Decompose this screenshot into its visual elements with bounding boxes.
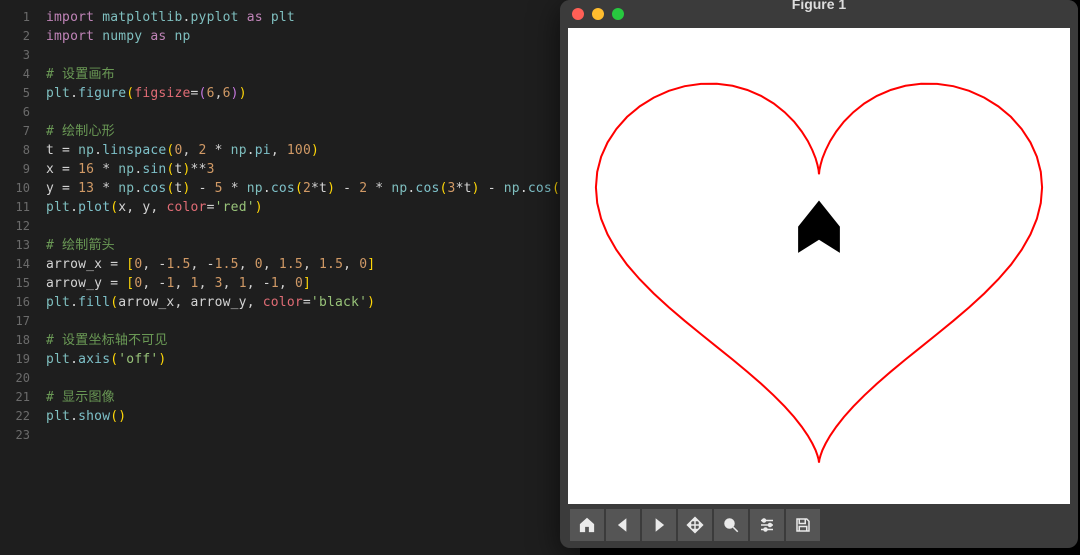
code-content: import matplotlib.pyplot as plt — [46, 8, 295, 27]
line-number: 9 — [0, 160, 46, 179]
code-content: arrow_x = [0, -1.5, -1.5, 0, 1.5, 1.5, 0… — [46, 255, 375, 274]
save-button[interactable] — [786, 509, 820, 541]
code-line[interactable]: 20 — [0, 369, 580, 388]
line-number: 10 — [0, 179, 46, 198]
arrow-fill — [798, 200, 840, 252]
code-line[interactable]: 2import numpy as np — [0, 27, 580, 46]
line-number: 4 — [0, 65, 46, 84]
line-number: 1 — [0, 8, 46, 27]
line-number: 8 — [0, 141, 46, 160]
line-number: 18 — [0, 331, 46, 350]
forward-button[interactable] — [642, 509, 676, 541]
code-line[interactable]: 3 — [0, 46, 580, 65]
line-number: 21 — [0, 388, 46, 407]
back-button[interactable] — [606, 509, 640, 541]
code-line[interactable]: 13# 绘制箭头 — [0, 236, 580, 255]
line-number: 23 — [0, 426, 46, 445]
code-line[interactable]: 6 — [0, 103, 580, 122]
line-number: 14 — [0, 255, 46, 274]
code-content: plt.fill(arrow_x, arrow_y, color='black'… — [46, 293, 375, 312]
code-content: # 设置画布 — [46, 65, 115, 84]
code-line[interactable]: 9x = 16 * np.sin(t)**3 — [0, 160, 580, 179]
code-content: plt.figure(figsize=(6,6)) — [46, 84, 247, 103]
code-content: arrow_y = [0, -1, 1, 3, 1, -1, 0] — [46, 274, 311, 293]
line-number: 11 — [0, 198, 46, 217]
code-line[interactable]: 15arrow_y = [0, -1, 1, 3, 1, -1, 0] — [0, 274, 580, 293]
code-line[interactable]: 11plt.plot(x, y, color='red') — [0, 198, 580, 217]
code-line[interactable]: 19plt.axis('off') — [0, 350, 580, 369]
code-line[interactable]: 8t = np.linspace(0, 2 * np.pi, 100) — [0, 141, 580, 160]
code-line[interactable]: 22plt.show() — [0, 407, 580, 426]
line-number: 5 — [0, 84, 46, 103]
line-number: 13 — [0, 236, 46, 255]
pan-button[interactable] — [678, 509, 712, 541]
code-content: plt.axis('off') — [46, 350, 166, 369]
code-line[interactable]: 18# 设置坐标轴不可见 — [0, 331, 580, 350]
code-line[interactable]: 12 — [0, 217, 580, 236]
code-content: y = 13 * np.cos(t) - 5 * np.cos(2*t) - 2… — [46, 179, 580, 198]
line-number: 19 — [0, 350, 46, 369]
line-number: 3 — [0, 46, 46, 65]
code-content: x = 16 * np.sin(t)**3 — [46, 160, 215, 179]
line-number: 20 — [0, 369, 46, 388]
line-number: 6 — [0, 103, 46, 122]
line-number: 22 — [0, 407, 46, 426]
figure-toolbar — [568, 508, 1070, 542]
code-content: # 绘制箭头 — [46, 236, 115, 255]
configure-button[interactable] — [750, 509, 784, 541]
line-number: 15 — [0, 274, 46, 293]
code-content: import numpy as np — [46, 27, 191, 46]
code-line[interactable]: 5plt.figure(figsize=(6,6)) — [0, 84, 580, 103]
line-number: 16 — [0, 293, 46, 312]
line-number: 2 — [0, 27, 46, 46]
code-line[interactable]: 7# 绘制心形 — [0, 122, 580, 141]
heart-line — [596, 84, 1042, 463]
plot-canvas[interactable] — [568, 28, 1070, 504]
code-line[interactable]: 10y = 13 * np.cos(t) - 5 * np.cos(2*t) -… — [0, 179, 580, 198]
code-content: plt.plot(x, y, color='red') — [46, 198, 263, 217]
zoom-button[interactable] — [714, 509, 748, 541]
code-line[interactable]: 23 — [0, 426, 580, 445]
plot-svg — [568, 28, 1070, 504]
code-content: plt.show() — [46, 407, 126, 426]
code-line[interactable]: 1import matplotlib.pyplot as plt — [0, 8, 580, 27]
code-line[interactable]: 4# 设置画布 — [0, 65, 580, 84]
line-number: 12 — [0, 217, 46, 236]
figure-window: Figure 1 — [560, 0, 1078, 548]
code-line[interactable]: 16plt.fill(arrow_x, arrow_y, color='blac… — [0, 293, 580, 312]
code-content: # 绘制心形 — [46, 122, 115, 141]
window-title: Figure 1 — [560, 0, 1078, 12]
window-titlebar[interactable]: Figure 1 — [560, 0, 1078, 28]
code-line[interactable]: 14arrow_x = [0, -1.5, -1.5, 0, 1.5, 1.5,… — [0, 255, 580, 274]
line-number: 7 — [0, 122, 46, 141]
code-line[interactable]: 21# 显示图像 — [0, 388, 580, 407]
code-content: # 显示图像 — [46, 388, 115, 407]
home-button[interactable] — [570, 509, 604, 541]
code-editor[interactable]: 1import matplotlib.pyplot as plt2import … — [0, 0, 580, 555]
code-line[interactable]: 17 — [0, 312, 580, 331]
code-content: t = np.linspace(0, 2 * np.pi, 100) — [46, 141, 319, 160]
code-content: # 设置坐标轴不可见 — [46, 331, 168, 350]
line-number: 17 — [0, 312, 46, 331]
